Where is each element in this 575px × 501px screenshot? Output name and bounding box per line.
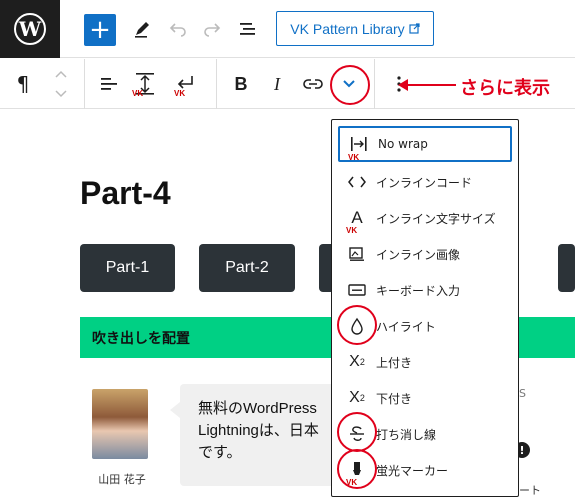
link-icon[interactable] (298, 69, 328, 99)
external-link-icon (409, 21, 420, 37)
block-mover (50, 67, 72, 101)
image-icon (338, 246, 376, 262)
avatar (92, 389, 148, 459)
italic-button[interactable]: I (262, 69, 292, 99)
speech-bubble-tail (170, 402, 180, 418)
menu-item-subscript[interactable]: X2 下付き (338, 380, 512, 416)
redo-icon[interactable] (198, 14, 226, 44)
pencil-icon[interactable] (128, 14, 156, 44)
toolbar-separator (374, 59, 375, 109)
menu-item-superscript[interactable]: X2 上付き (338, 344, 512, 380)
bubble-line-1: 無料のWordPress (198, 400, 317, 417)
undo-icon[interactable] (164, 14, 192, 44)
speech-bubble[interactable]: 無料のWordPress Lightningは、日本 です。 (180, 384, 340, 486)
part-button-2[interactable]: Part-2 (199, 244, 295, 292)
move-up-icon[interactable] (55, 67, 67, 81)
paragraph-icon[interactable]: ¶ (8, 69, 38, 99)
avatar-name: 山田 花子 (98, 473, 146, 486)
bubble-line-2: Lightningは、日本 (198, 422, 319, 439)
annotation-label: さらに表示 (460, 78, 550, 99)
add-block-button[interactable]: + (84, 14, 116, 46)
font-size-icon: A VK (346, 208, 363, 235)
list-view-icon[interactable] (234, 14, 262, 44)
superscript-icon: X2 (349, 353, 365, 370)
annotation-arrow (402, 84, 456, 86)
line-height-icon[interactable]: VK (130, 69, 160, 99)
menu-item-inline-image[interactable]: インライン画像 (338, 236, 512, 272)
menu-item-keyboard-input[interactable]: キーボード入力 (338, 272, 512, 308)
code-icon (338, 175, 376, 189)
align-icon[interactable] (94, 69, 124, 99)
wordpress-logo-button[interactable]: W (0, 0, 60, 58)
no-wrap-icon: VK (340, 135, 378, 162)
annotation-circle-marker (337, 449, 377, 489)
subscript-icon: X2 (349, 389, 365, 406)
annotation-circle-strikethrough (337, 412, 377, 452)
page-heading[interactable]: Part-4 (80, 175, 171, 212)
annotation-circle-highlight (337, 305, 377, 345)
wordpress-icon: W (14, 13, 46, 45)
part-button-4-partial[interactable] (558, 244, 575, 292)
annotation-circle (330, 65, 370, 105)
partial-text-right-2: ート (519, 484, 541, 497)
menu-item-inline-code[interactable]: インラインコード (338, 164, 512, 200)
bubble-line-3: です。 (198, 444, 242, 461)
bold-button[interactable]: B (226, 69, 256, 99)
partial-text-right: S (519, 387, 526, 400)
keyboard-icon (338, 283, 376, 297)
toolbar-separator (216, 59, 217, 109)
new-line-icon[interactable]: VK (170, 69, 200, 99)
toolbar-separator (84, 59, 85, 109)
editor-top-toolbar: W + VK Pattern Library (0, 0, 575, 58)
menu-item-no-wrap[interactable]: VK No wrap (338, 126, 512, 162)
part-button-1[interactable]: Part-1 (80, 244, 175, 292)
vk-pattern-library-button[interactable]: VK Pattern Library (276, 11, 434, 46)
move-down-icon[interactable] (55, 87, 67, 101)
menu-item-inline-font-size[interactable]: A VK インライン文字サイズ (338, 200, 512, 236)
